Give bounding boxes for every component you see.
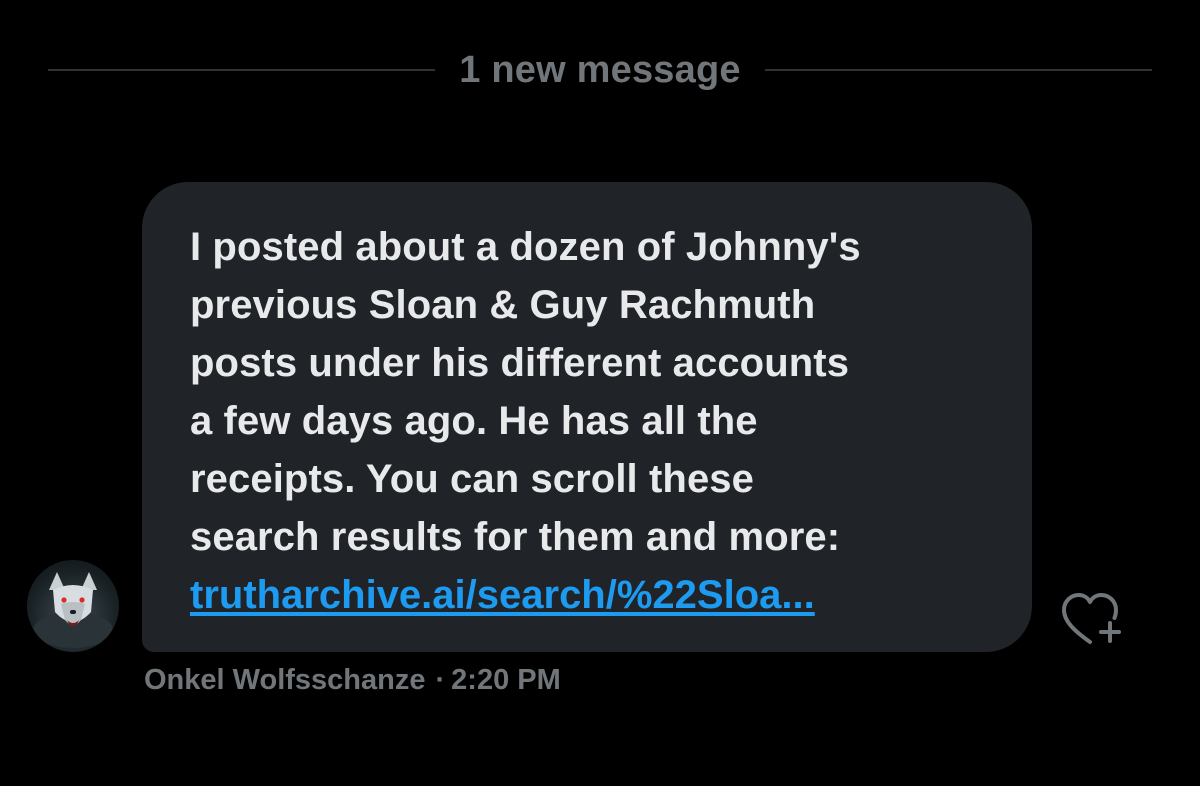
- sender-name[interactable]: Onkel Wolfsschanze: [144, 664, 426, 696]
- message-line: a few days ago. He has all the: [190, 399, 758, 443]
- message-bubble[interactable]: I posted about a dozen of Johnny's previ…: [142, 182, 1032, 652]
- message-meta: Onkel Wolfsschanze · 2:20 PM: [144, 664, 561, 697]
- message-link[interactable]: trutharchive.ai/search/%22Sloa...: [190, 566, 1012, 624]
- message-line: posts under his different accounts: [190, 341, 850, 385]
- new-message-divider: 1 new message: [48, 40, 1153, 100]
- divider-line-left: [48, 69, 436, 71]
- avatar[interactable]: [27, 560, 119, 652]
- message-line: search results for them and more:: [190, 515, 841, 559]
- meta-separator: ·: [435, 664, 446, 696]
- divider-line-right: [764, 69, 1153, 71]
- message-line: I posted about a dozen of Johnny's: [190, 225, 861, 269]
- message-line: previous Sloan & Guy Rachmuth: [190, 283, 816, 327]
- wolf-avatar-icon: [33, 572, 113, 648]
- heart-plus-icon: [1062, 593, 1121, 644]
- new-message-label: 1 new message: [459, 48, 741, 91]
- message-line: receipts. You can scroll these: [190, 457, 754, 501]
- message-timestamp: 2:20 PM: [451, 664, 561, 696]
- message-text: I posted about a dozen of Johnny's previ…: [190, 218, 1012, 566]
- add-reaction-button[interactable]: [1058, 590, 1128, 650]
